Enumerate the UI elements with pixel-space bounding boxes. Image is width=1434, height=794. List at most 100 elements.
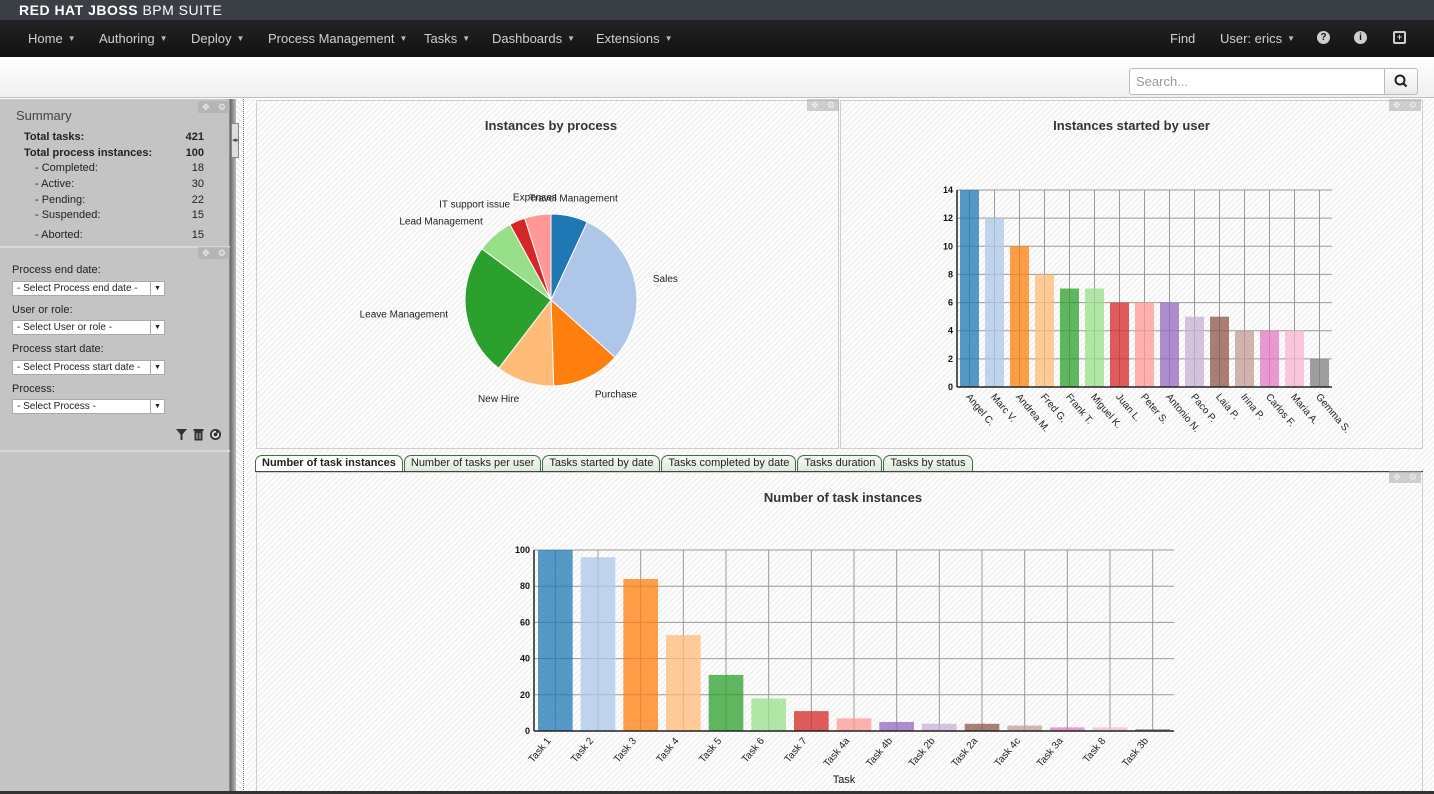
search-icon xyxy=(1394,74,1408,88)
bar xyxy=(1310,358,1329,387)
x-tick-label: Task 5 xyxy=(697,736,724,766)
x-tick-label: Task 4c xyxy=(993,736,1023,769)
summary-value: 100 xyxy=(185,147,204,159)
nav-authoring[interactable]: Authoring ▼ xyxy=(99,31,168,46)
gear-icon[interactable]: ⚙ xyxy=(218,248,226,259)
x-tick-label: Gemma S. xyxy=(1313,392,1352,436)
gear-icon[interactable]: ⚙ xyxy=(218,102,226,113)
x-tick-label: Task 2 xyxy=(569,736,596,766)
search-input[interactable] xyxy=(1129,68,1385,95)
nav-home[interactable]: Home ▼ xyxy=(28,31,76,46)
summary-panel-controls[interactable]: ✥ ⚙ xyxy=(198,101,230,113)
bar xyxy=(1010,246,1029,387)
filter-icon[interactable] xyxy=(175,428,188,441)
pie-panel-controls[interactable]: ✥ ⚙ xyxy=(807,99,839,111)
x-tick-label: Task 4b xyxy=(864,736,895,770)
tab-tasks-by-status[interactable]: Tasks by status xyxy=(883,455,973,471)
nav-label: Deploy xyxy=(191,31,232,46)
tab-tasks-started-by-date[interactable]: Tasks started by date xyxy=(542,455,661,471)
user-panel-controls[interactable]: ✥ ⚙ xyxy=(1389,99,1421,111)
move-icon[interactable]: ✥ xyxy=(202,248,210,259)
summary-row: - Suspended: 15 xyxy=(35,209,204,221)
bar xyxy=(1060,288,1079,387)
nav-find[interactable]: Find xyxy=(1170,31,1195,46)
nav-label: Dashboards xyxy=(492,31,563,46)
move-icon[interactable]: ✥ xyxy=(1393,100,1401,111)
summary-label: - Aborted: xyxy=(35,229,83,241)
briefcase-icon[interactable]: + xyxy=(1393,31,1406,44)
nav-user-menu[interactable]: User: erics ▼ xyxy=(1220,31,1295,46)
gear-icon[interactable]: ⚙ xyxy=(1409,100,1417,111)
chart-tabs: Number of task instances Number of tasks… xyxy=(255,455,974,472)
y-tick-label: 0 xyxy=(525,726,530,736)
y-tick-label: 8 xyxy=(948,269,953,279)
filter-label: User or role: xyxy=(12,304,73,316)
move-icon[interactable]: ✥ xyxy=(202,102,210,113)
summary-label: - Suspended: xyxy=(35,209,101,221)
brand-logo: RED HAT JBOSS BPM SUITE xyxy=(19,2,222,18)
nav-dashboards[interactable]: Dashboards ▼ xyxy=(492,31,575,46)
process-end-date-select[interactable]: - Select Process end date - ▼ xyxy=(12,281,165,296)
tab-tasks-duration[interactable]: Tasks duration xyxy=(797,455,883,471)
y-tick-label: 60 xyxy=(520,617,530,627)
caret-down-icon: ▼ xyxy=(462,34,471,43)
bar xyxy=(1035,274,1054,387)
pie-label: Expenses xyxy=(513,192,557,203)
gear-icon[interactable]: ⚙ xyxy=(827,100,835,111)
brand-bold: RED HAT JBOSS xyxy=(19,2,139,18)
filter-panel-controls[interactable]: ✥ ⚙ xyxy=(198,247,230,259)
summary-row: Total tasks: 421 xyxy=(24,131,204,143)
nav-process-management[interactable]: Process Management ▼ xyxy=(268,31,407,46)
summary-label: - Completed: xyxy=(35,162,98,174)
nav-extensions[interactable]: Extensions ▼ xyxy=(596,31,673,46)
splitter-handle[interactable]: ◂▸ xyxy=(231,123,239,158)
x-tick-label: Task 2b xyxy=(907,736,938,770)
x-tick-label: Task 3a xyxy=(1035,736,1066,770)
move-icon[interactable]: ✥ xyxy=(1393,472,1401,483)
pie-label: Sales xyxy=(653,274,678,285)
task-panel-controls[interactable]: ✥ ⚙ xyxy=(1389,471,1421,483)
brand-bar: RED HAT JBOSS BPM SUITE xyxy=(0,0,1434,20)
summary-label: - Active: xyxy=(35,178,75,190)
bar xyxy=(1110,302,1129,387)
pie-label: Purchase xyxy=(595,389,638,400)
bar xyxy=(1260,330,1279,387)
pie-label: Leave Management xyxy=(360,310,449,321)
caret-down-icon: ▼ xyxy=(159,34,168,43)
summary-row: - Pending: 22 xyxy=(35,194,204,206)
nav-tasks[interactable]: Tasks ▼ xyxy=(424,31,470,46)
x-tick-label: Task 3 xyxy=(612,736,639,766)
summary-row: - Aborted: 15 xyxy=(35,229,204,241)
search-button[interactable] xyxy=(1384,68,1418,95)
help-icon[interactable]: ? xyxy=(1317,31,1330,44)
nav-deploy[interactable]: Deploy ▼ xyxy=(191,31,244,46)
user-or-role-select[interactable]: - Select User or role - ▼ xyxy=(12,320,165,335)
info-icon[interactable]: i xyxy=(1354,31,1367,44)
bar xyxy=(1285,330,1304,387)
tab-number-of-tasks-per-user[interactable]: Number of tasks per user xyxy=(403,455,542,471)
summary-value: 18 xyxy=(191,162,204,174)
tab-tasks-completed-by-date[interactable]: Tasks completed by date xyxy=(661,455,797,471)
refresh-icon[interactable] xyxy=(209,428,222,441)
select-value: - Select Process start date - xyxy=(17,362,141,373)
bar xyxy=(1210,316,1229,387)
process-select[interactable]: - Select Process - ▼ xyxy=(12,399,165,414)
y-tick-label: 20 xyxy=(520,690,530,700)
move-icon[interactable]: ✥ xyxy=(811,100,819,111)
gear-icon[interactable]: ⚙ xyxy=(1409,472,1417,483)
y-tick-label: 4 xyxy=(948,326,953,336)
summary-value: 15 xyxy=(191,209,204,221)
task-chart-title: Number of task instances xyxy=(763,490,923,505)
bar xyxy=(1160,302,1179,387)
y-tick-label: 12 xyxy=(943,213,953,223)
tab-number-of-task-instances[interactable]: Number of task instances xyxy=(255,455,403,472)
bar xyxy=(580,557,616,731)
bar xyxy=(1185,316,1204,387)
process-start-date-select[interactable]: - Select Process start date - ▼ xyxy=(12,360,165,375)
pie-chart-title: Instances by process xyxy=(484,118,618,133)
summary-label: Total process instances: xyxy=(24,147,153,159)
pie-label: IT support issue xyxy=(439,199,510,210)
panel-splitter[interactable] xyxy=(236,99,244,794)
bar xyxy=(538,550,573,731)
trash-icon[interactable] xyxy=(192,428,205,441)
